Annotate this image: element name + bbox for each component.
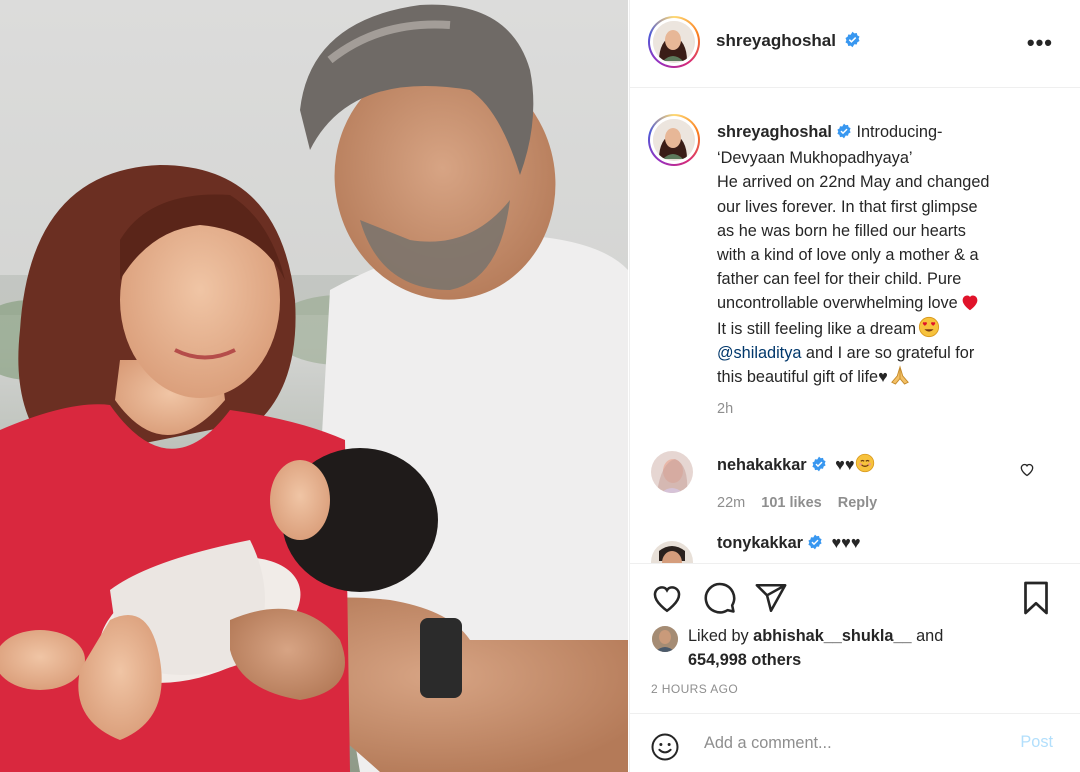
comment-time[interactable]: 22m (717, 495, 745, 511)
liked-by-middle: and (911, 627, 944, 645)
caption-text-line: father can feel for their child. Pure (717, 270, 962, 289)
post-timestamp[interactable]: 2 HOURS AGO (651, 682, 738, 696)
comments-section[interactable]: shreyaghoshal Introducing- ‘Devyaan Mukh… (630, 89, 1080, 563)
small-heart-glyph: ♥ (878, 368, 888, 387)
author-name-row: shreyaghoshal (716, 31, 861, 53)
comment-input[interactable] (704, 730, 1004, 756)
caption-author-avatar[interactable] (648, 114, 700, 166)
caption-text-line: as he was born he filled our hearts (717, 221, 966, 240)
smiley-icon[interactable] (650, 732, 680, 767)
post-button[interactable]: Post (1020, 733, 1053, 752)
avatar-image (653, 119, 693, 159)
add-comment-bar: Post (630, 713, 1080, 772)
share-icon[interactable] (754, 581, 788, 620)
verified-icon (807, 534, 823, 555)
liked-by-summary: Liked by abhishak__shukla__ and 654,998 … (688, 624, 943, 672)
caption-text-line: uncontrollable overwhelming love (717, 294, 958, 313)
heart-eyes-emoji-icon (916, 316, 940, 338)
comment-text-row: nehakakkar ♥♥ (717, 453, 875, 477)
comment-meta: 22m 101 likes Reply (717, 495, 889, 511)
comment-like-heart-icon[interactable] (1019, 462, 1035, 482)
commenter-username[interactable]: nehakakkar (717, 456, 807, 474)
author-username[interactable]: shreyaghoshal (716, 31, 836, 50)
caption-text-line: Introducing- (856, 123, 943, 141)
caption-author-username[interactable]: shreyaghoshal (717, 123, 832, 141)
more-options-icon[interactable]: ••• (1027, 30, 1053, 56)
post-photo[interactable] (0, 0, 628, 772)
avatar-image (652, 626, 678, 652)
bookmark-icon[interactable] (1020, 580, 1052, 621)
post-caption: shreyaghoshal Introducing- ‘Devyaan Mukh… (717, 120, 1047, 389)
mention-link[interactable]: @shiladitya (717, 344, 801, 362)
verified-icon (844, 31, 861, 53)
smiling-emoji-icon (855, 453, 875, 474)
comment-text-row: tonykakkar ♥♥♥ (717, 534, 861, 555)
avatar-image (651, 541, 693, 563)
verified-icon (836, 122, 852, 146)
folded-hands-emoji-icon (888, 365, 911, 386)
comment-likes[interactable]: 101 likes (761, 495, 821, 511)
caption-text-line: with a kind of love only a mother & a (717, 246, 979, 265)
reply-button[interactable]: Reply (838, 495, 878, 511)
avatar-image (653, 21, 693, 61)
liked-by-avatar[interactable] (652, 626, 678, 652)
post-details-panel: shreyaghoshal ••• shreyaghoshal Introduc… (629, 0, 1080, 772)
liked-by-user[interactable]: abhishak__shukla__ (753, 627, 911, 645)
caption-text-line: this beautiful gift of life (717, 368, 879, 387)
heart-icon[interactable] (650, 582, 684, 619)
post-header: shreyaghoshal ••• (630, 0, 1080, 88)
caption-text-line: He arrived on 22nd May and changed (717, 173, 990, 192)
caption-text-line: It is still feeling like a dream (717, 319, 917, 338)
verified-icon (811, 456, 827, 477)
comment-icon[interactable] (703, 581, 737, 620)
likes-count[interactable]: 654,998 others (688, 651, 801, 669)
avatar-image (651, 451, 693, 493)
caption-text-line: our lives forever. In that first glimpse (717, 197, 978, 216)
commenter-avatar[interactable] (651, 451, 693, 493)
red-heart-icon (958, 294, 980, 312)
author-avatar[interactable] (648, 16, 700, 68)
caption-text-line: and I are so grateful for (801, 343, 975, 362)
photo-illustration (0, 0, 628, 772)
caption-text-line: ‘Devyaan Mukhopadhyaya’ (717, 149, 913, 168)
liked-by-prefix: Liked by (688, 627, 754, 645)
comment-text: ♥♥♥ (831, 534, 861, 552)
commenter-avatar[interactable] (651, 541, 693, 563)
comment-text: ♥♥ (835, 456, 855, 474)
caption-timestamp[interactable]: 2h (717, 401, 733, 417)
commenter-username[interactable]: tonykakkar (717, 534, 803, 552)
